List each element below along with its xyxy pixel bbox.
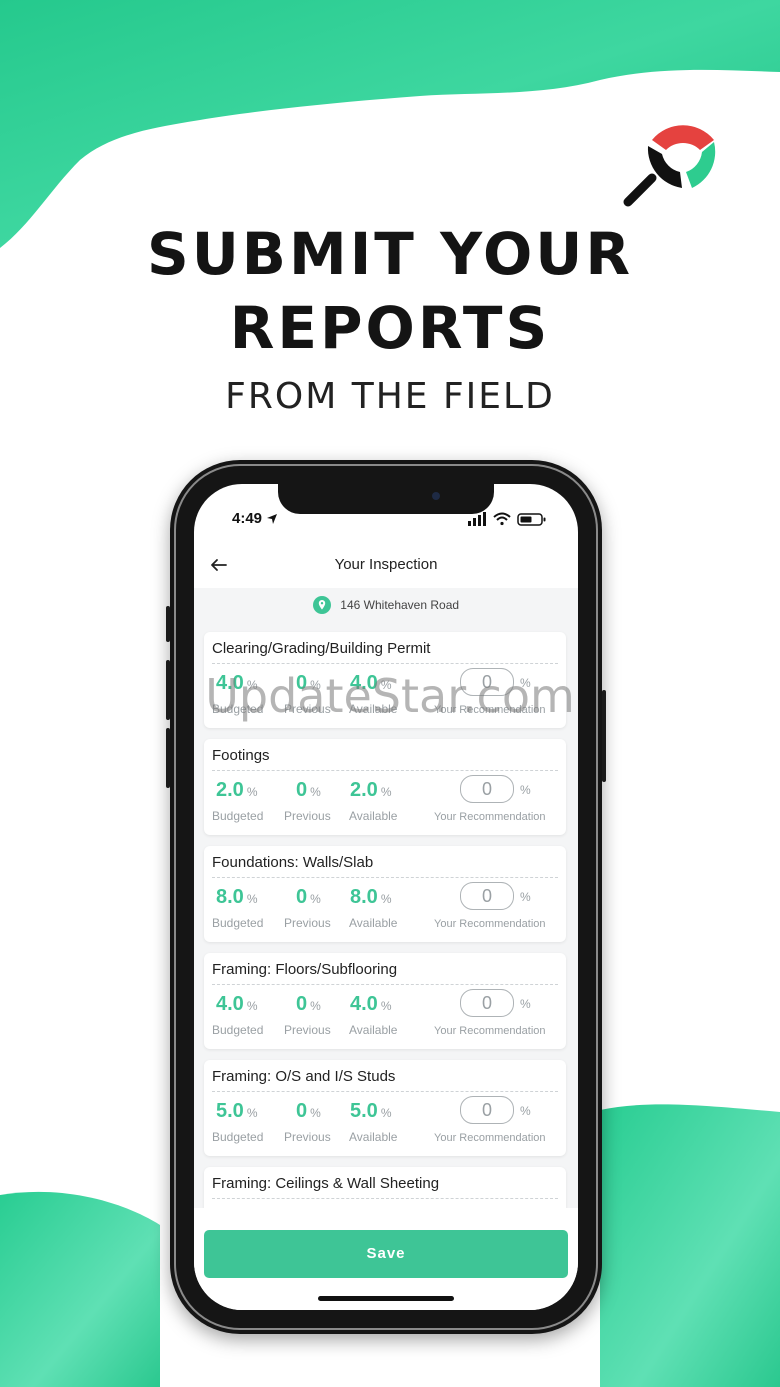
budgeted-value: 2.0% xyxy=(216,779,258,801)
available-label: Available xyxy=(349,916,398,930)
line-item-card: Foundations: Walls/Slab 8.0% 0% 8.0% Bud… xyxy=(204,846,566,942)
phone-screen: 4:49 Your Inspection 146 Whitehaven Road… xyxy=(194,484,578,1310)
recommendation-input[interactable]: 0 xyxy=(460,989,514,1017)
available-label: Available xyxy=(349,1130,398,1144)
recommendation-label: Your Recommendation xyxy=(434,1025,546,1037)
card-divider xyxy=(212,663,558,664)
headline-line-2: REPORTS xyxy=(229,294,551,362)
recommendation-percent: % xyxy=(520,997,531,1011)
phone-notch xyxy=(278,484,494,514)
previous-value: 0% xyxy=(296,1100,321,1122)
line-item-card: Footings 2.0% 0% 2.0% Budgeted Previous … xyxy=(204,739,566,835)
budgeted-value: 4.0% xyxy=(216,993,258,1015)
phone-silent-switch xyxy=(166,606,170,642)
recommendation-input[interactable]: 0 xyxy=(460,775,514,803)
status-icons xyxy=(468,512,546,526)
budgeted-label: Budgeted xyxy=(212,809,264,823)
recommendation-label: Your Recommendation xyxy=(434,811,546,823)
recommendation-label: Your Recommendation xyxy=(434,918,546,930)
recommendation-percent: % xyxy=(520,783,531,797)
recommendation-input[interactable]: 0 xyxy=(460,1096,514,1124)
brand-logo xyxy=(623,125,716,207)
line-item-title: Clearing/Grading/Building Permit xyxy=(212,640,431,657)
budgeted-label: Budgeted xyxy=(212,1023,264,1037)
app-header: Your Inspection xyxy=(194,544,578,588)
cellular-signal-icon xyxy=(468,512,486,526)
recommendation-input[interactable]: 0 xyxy=(460,882,514,910)
watermark: UpdateStar.com xyxy=(205,669,575,723)
card-divider xyxy=(212,1091,558,1092)
line-item-title: Framing: O/S and I/S Studs xyxy=(212,1068,396,1085)
page-title: Your Inspection xyxy=(334,556,438,573)
line-item-title: Foundations: Walls/Slab xyxy=(212,854,374,871)
card-divider xyxy=(212,984,558,985)
wifi-icon xyxy=(493,512,511,526)
budgeted-label: Budgeted xyxy=(212,916,264,930)
line-item-card: Framing: O/S and I/S Studs 5.0% 0% 5.0% … xyxy=(204,1060,566,1156)
available-value: 4.0% xyxy=(350,993,392,1015)
previous-value: 0% xyxy=(296,779,321,801)
line-item-title: Framing: Ceilings & Wall Sheeting xyxy=(212,1175,440,1192)
budgeted-label: Budgeted xyxy=(212,1130,264,1144)
previous-value: 0% xyxy=(296,886,321,908)
location-arrow-icon xyxy=(267,514,278,525)
front-camera xyxy=(432,492,440,500)
phone-volume-down xyxy=(166,728,170,788)
card-divider xyxy=(212,1198,558,1199)
previous-label: Previous xyxy=(284,916,331,930)
recommendation-percent: % xyxy=(520,1104,531,1118)
budgeted-value: 5.0% xyxy=(216,1100,258,1122)
previous-label: Previous xyxy=(284,1130,331,1144)
home-indicator[interactable] xyxy=(318,1296,454,1301)
previous-value: 0% xyxy=(296,993,321,1015)
bottom-bar: Save xyxy=(194,1208,578,1310)
status-time: 4:49 xyxy=(232,510,278,527)
available-value: 2.0% xyxy=(350,779,392,801)
available-label: Available xyxy=(349,1023,398,1037)
headline-subline: FROM THE FIELD xyxy=(225,376,555,417)
address-row: 146 Whitehaven Road xyxy=(194,596,578,622)
line-item-title: Footings xyxy=(212,747,270,764)
available-value: 5.0% xyxy=(350,1100,392,1122)
recommendation-percent: % xyxy=(520,890,531,904)
previous-label: Previous xyxy=(284,809,331,823)
card-divider xyxy=(212,877,558,878)
recommendation-label: Your Recommendation xyxy=(434,1132,546,1144)
budgeted-value: 8.0% xyxy=(216,886,258,908)
location-pin-icon xyxy=(312,596,331,614)
save-button[interactable]: Save xyxy=(204,1230,568,1278)
card-divider xyxy=(212,770,558,771)
line-item-title: Framing: Floors/Subflooring xyxy=(212,961,398,978)
previous-label: Previous xyxy=(284,1023,331,1037)
address-text: 146 Whitehaven Road xyxy=(340,598,460,612)
available-label: Available xyxy=(349,809,398,823)
line-item-card: Framing: Floors/Subflooring 4.0% 0% 4.0%… xyxy=(204,953,566,1049)
battery-icon xyxy=(517,513,546,526)
available-value: 8.0% xyxy=(350,886,392,908)
headline-line-1: SUBMIT YOUR xyxy=(146,220,634,288)
